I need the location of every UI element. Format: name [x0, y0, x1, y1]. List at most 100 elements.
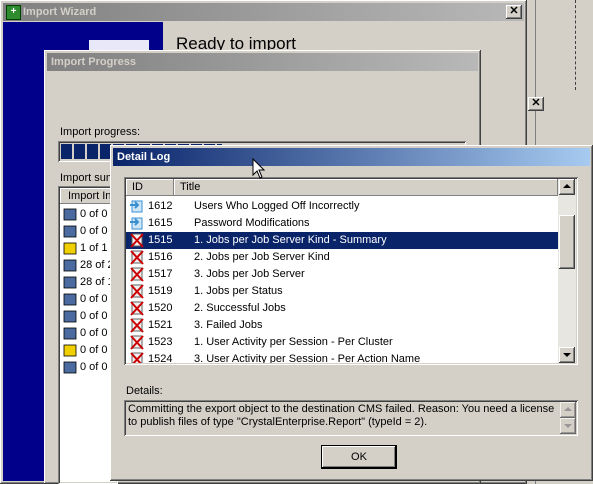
detail-log-title: Detail Log [117, 151, 171, 163]
column-header-id[interactable]: ID [126, 179, 174, 196]
log-row-id: 1524 [148, 353, 173, 363]
background-panel-border [575, 0, 577, 90]
report-ok-icon [129, 199, 145, 214]
detail-log-scrollbar[interactable] [558, 179, 576, 363]
log-row[interactable]: 1516 2. Jobs per Job Server Kind [126, 249, 558, 266]
summary-row-value: 0 of 0 [80, 310, 108, 322]
summary-row-value: 0 of 0 [80, 293, 108, 305]
scroll-up-button[interactable] [559, 179, 575, 195]
log-row-id: 1520 [148, 302, 173, 314]
summary-row-value: 0 of 0 [80, 344, 108, 356]
log-row-title: Users Who Logged Off Incorrectly [194, 200, 360, 212]
log-row[interactable]: 1612 Users Who Logged Off Incorrectly [126, 198, 558, 215]
summary-row-value: 0 of 0 [80, 361, 108, 373]
detail-log-titlebar: Detail Log [113, 148, 590, 166]
detail-log-rows: 1612 Users Who Logged Off Incorrectly 1615… [126, 198, 558, 363]
report-failed-icon [129, 284, 145, 299]
mouse-cursor-icon [252, 158, 266, 179]
ok-button-label: OK [351, 451, 367, 463]
summary-row: 0 of 0 [60, 308, 116, 325]
scroll-thumb[interactable] [559, 215, 575, 269]
log-row-title: 3. Failed Jobs [194, 319, 263, 331]
log-row[interactable]: 1523 1. User Activity per Session - Per C… [126, 334, 558, 351]
log-row-title: 1. User Activity per Session - Per Clust… [194, 336, 393, 348]
details-text: Committing the export object to the dest… [128, 403, 555, 428]
import-wizard-title: Import Wizard [23, 6, 97, 18]
table-icon [62, 360, 78, 375]
column-header-title[interactable]: Title [174, 179, 558, 196]
database-icon [62, 326, 78, 341]
details-textbox[interactable]: Committing the export object to the dest… [124, 400, 578, 436]
log-row-id: 1615 [148, 217, 173, 229]
chart-icon [62, 309, 78, 324]
column-header-id-label: ID [132, 181, 143, 193]
summary-row-value: 28 of 1 [80, 276, 114, 288]
log-row[interactable]: 1515 1. Jobs per Job Server Kind - Summar… [126, 232, 558, 249]
log-row-id: 1612 [148, 200, 173, 212]
log-row-title: 2. Jobs per Job Server Kind [194, 251, 330, 263]
arrow-down-icon [564, 424, 572, 428]
report-icon [62, 292, 78, 307]
report-failed-icon [129, 233, 145, 248]
summary-row: 0 of 0 [60, 291, 116, 308]
summary-row: 0 of 0 [60, 325, 116, 342]
log-row-id: 1517 [148, 268, 173, 280]
log-row[interactable]: 1517 3. Jobs per Job Server [126, 266, 558, 283]
import-progress-title: Import Progress [51, 56, 136, 68]
close-icon: ✕ [509, 5, 519, 17]
calendar-icon [62, 275, 78, 290]
import-progress-label: Import progress: [60, 126, 141, 138]
import-summary-column: Import Inf [68, 190, 115, 202]
detail-log-window: Detail Log ID Title 1612 Users Who Logged… [110, 145, 593, 481]
log-row-title: Password Modifications [194, 217, 310, 229]
arrow-up-icon [563, 184, 571, 188]
summary-row: 0 of 0 [60, 223, 116, 240]
log-row[interactable]: 1520 2. Successful Jobs [126, 300, 558, 317]
log-row-id: 1515 [148, 234, 173, 246]
background-window-close-button[interactable]: ✕ [528, 97, 544, 111]
log-row-id: 1523 [148, 336, 173, 348]
import-progress-titlebar: Import Progress [47, 53, 478, 71]
report-failed-icon [129, 267, 145, 282]
summary-row: 0 of 0 [60, 342, 116, 359]
report-failed-icon [129, 335, 145, 350]
arrow-up-icon [564, 407, 572, 411]
log-row-id: 1516 [148, 251, 173, 263]
folder-icon [62, 241, 78, 256]
details-scrollbar[interactable] [560, 402, 576, 434]
log-row[interactable]: 1615 Password Modifications [126, 215, 558, 232]
summary-row: 0 of 0 [60, 359, 116, 376]
report-failed-icon [129, 352, 145, 363]
summary-row-value: 1 of 1 [80, 242, 108, 254]
details-scroll-down-button[interactable] [560, 418, 576, 434]
summary-row-value: 0 of 0 [80, 225, 108, 237]
import-wizard-titlebar: + Import Wizard [3, 3, 524, 21]
user-icon [62, 224, 78, 239]
server-icon [62, 258, 78, 273]
log-row-title: 3. User Activity per Session - Per Actio… [194, 353, 421, 363]
detail-log-list: ID Title 1612 Users Who Logged Off Incorr… [124, 177, 578, 365]
log-row-id: 1521 [148, 319, 173, 331]
report-ok-icon [129, 216, 145, 231]
log-row[interactable]: 1519 1. Jobs per Status [126, 283, 558, 300]
scroll-down-button[interactable] [559, 347, 575, 363]
details-label: Details: [126, 385, 163, 397]
log-row-title: 3. Jobs per Job Server [194, 268, 305, 280]
import-wizard-close-button[interactable]: ✕ [506, 5, 522, 19]
log-row-title: 1. Jobs per Status [194, 285, 283, 297]
log-row[interactable]: 1521 3. Failed Jobs [126, 317, 558, 334]
report-failed-icon [129, 318, 145, 333]
summary-row-value: 0 of 0 [80, 327, 108, 339]
ok-button[interactable]: OK [321, 445, 397, 469]
summary-row: 28 of 1 [60, 274, 116, 291]
log-row-title: 1. Jobs per Job Server Kind - Summary [194, 234, 387, 246]
import-summary-list: Import Inf 0 of 0 0 of 0 1 of 1 28 of 2 28 o… [58, 186, 118, 484]
report-failed-icon [129, 301, 145, 316]
arrow-down-icon [563, 353, 571, 357]
summary-row: 0 of 0 [60, 206, 116, 223]
detail-log-header: ID Title [126, 179, 558, 196]
column-header-title-label: Title [180, 181, 201, 193]
log-row[interactable]: 1524 3. User Activity per Session - Per A… [126, 351, 558, 363]
details-scroll-up-button[interactable] [560, 402, 576, 418]
summary-row: 1 of 1 [60, 240, 116, 257]
